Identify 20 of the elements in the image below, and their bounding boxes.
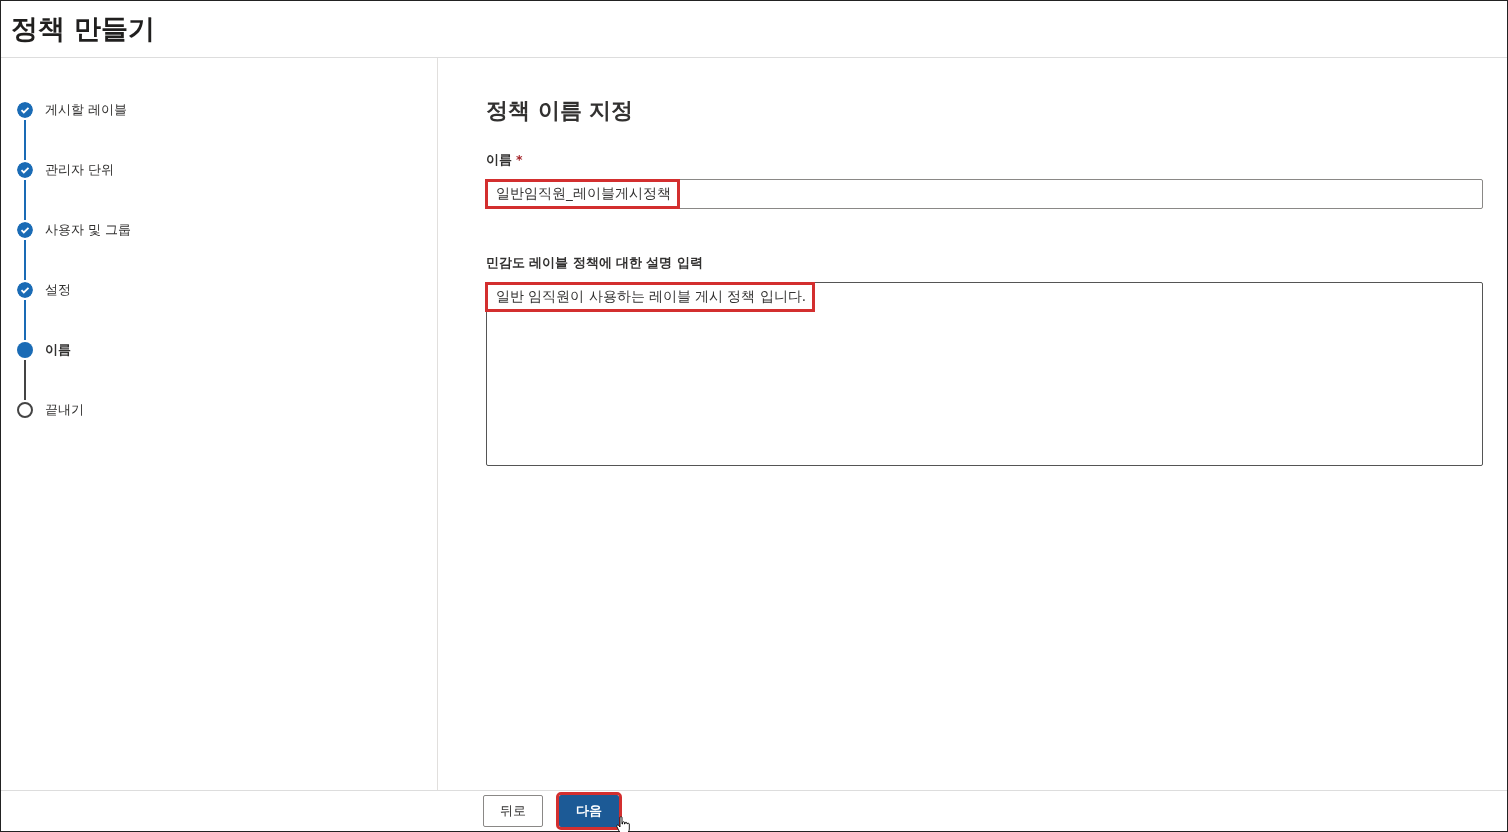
step-label[interactable]: 사용자 및 그룹: [45, 221, 132, 239]
field-label: 민감도 레이블 정책에 대한 설명 입력: [486, 255, 703, 272]
page-title: 정책 만들기: [11, 12, 156, 46]
check-circle-icon: [17, 282, 33, 298]
empty-circle-icon: [17, 402, 33, 418]
section-heading: 정책 이름 지정: [486, 97, 635, 125]
check-circle-icon: [17, 162, 33, 178]
name-input-field[interactable]: 일반임직원_레이블게시정책: [486, 179, 1483, 209]
description-text-area[interactable]: 일반 임직원이 사용하는 레이블 게시 정책 입니다.: [486, 282, 1483, 466]
current-step-icon: [17, 342, 33, 358]
step-label[interactable]: 이름: [45, 341, 71, 359]
field-label: 이름: [486, 152, 512, 169]
back-button[interactable]: 뒤로: [483, 795, 543, 827]
step-label[interactable]: 설정: [45, 281, 71, 299]
step-label[interactable]: 게시할 레이블: [45, 101, 128, 119]
check-circle-icon: [17, 222, 33, 238]
required-mark: *: [516, 152, 523, 169]
check-circle-icon: [17, 102, 33, 118]
step-label[interactable]: 끝내기: [45, 401, 84, 419]
step-label[interactable]: 관리자 단위: [45, 161, 115, 179]
